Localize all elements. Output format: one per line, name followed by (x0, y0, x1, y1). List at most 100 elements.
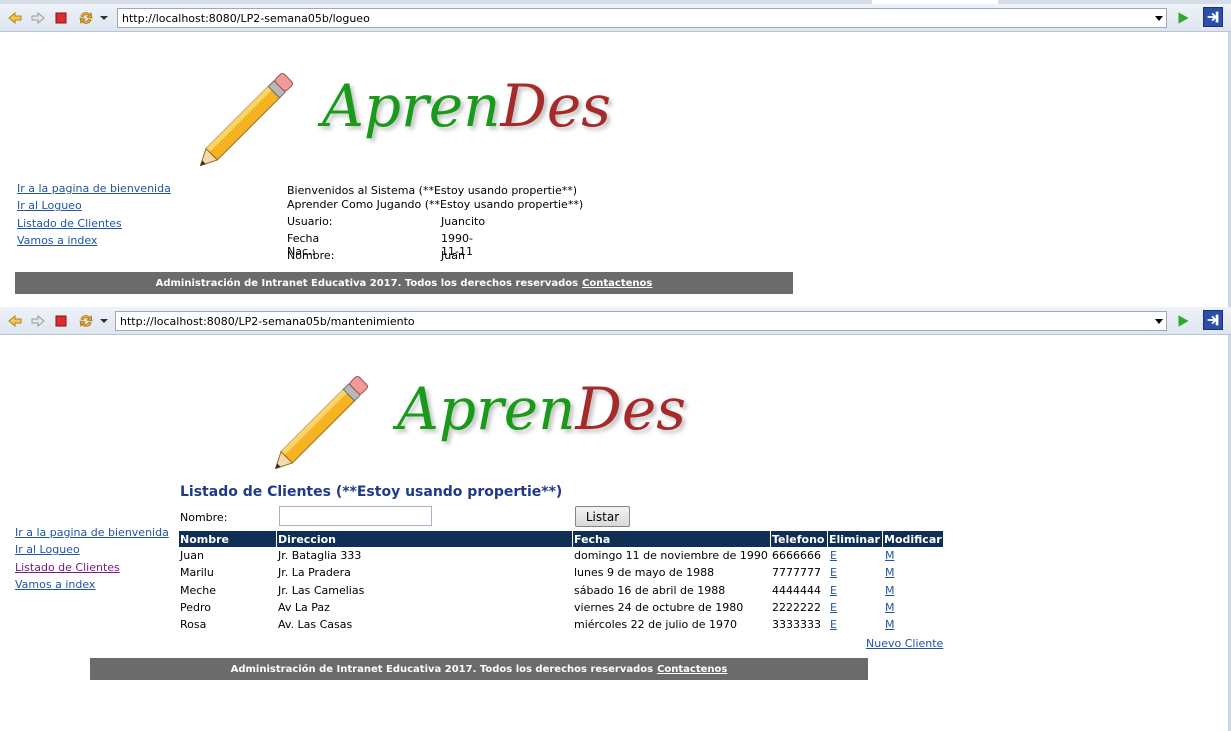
refresh-icon[interactable] (77, 312, 95, 330)
side-nav: Ir a la pagina de bienvenida Ir al Logue… (17, 180, 171, 249)
cell-nombre: Juan (180, 549, 204, 563)
footer-text: Administración de Intranet Educativa 201… (230, 663, 654, 675)
pencil-icon (199, 73, 293, 166)
edit-link[interactable]: M (885, 549, 895, 562)
back-icon[interactable] (6, 312, 24, 330)
table-header-row: Nombre Direccion Fecha Telefono Eliminar… (179, 531, 943, 547)
logo-text: AprenDes (397, 375, 686, 443)
footer-contact-link[interactable]: Contactenos (582, 278, 652, 289)
stop-icon[interactable] (52, 9, 70, 27)
cell-fecha: miércoles 22 de julio de 1970 (574, 618, 737, 632)
user-info-label: Usuario: (287, 215, 333, 228)
edit-link[interactable]: M (885, 601, 895, 614)
cell-modificar: M (883, 616, 943, 633)
chevron-down-icon[interactable] (95, 9, 113, 27)
filter-label: Nombre: (180, 511, 228, 524)
cell-nombre: Pedro (180, 601, 212, 615)
nav-link-clientes[interactable]: Listado de Clientes (15, 559, 169, 576)
forward-icon[interactable] (29, 9, 47, 27)
edit-link[interactable]: M (885, 566, 895, 579)
user-info-value: Juancito (441, 215, 486, 228)
col-header-modificar: Modificar (883, 531, 943, 547)
logo-text-part1: Apren (322, 72, 501, 140)
side-nav: Ir a la pagina de bienvenida Ir al Logue… (15, 524, 169, 593)
external-browser-icon[interactable] (1203, 310, 1223, 330)
cell-modificar: M (883, 599, 943, 616)
table-row: Pedro Av La Paz viernes 24 de octubre de… (179, 599, 943, 616)
cell-eliminar: E (828, 547, 882, 564)
nav-link-bienvenida[interactable]: Ir a la pagina de bienvenida (17, 180, 171, 197)
page-footer: Administración de Intranet Educativa 201… (15, 272, 793, 294)
col-header-telefono: Telefono (771, 531, 827, 547)
welcome-message: Bienvenidos al Sistema (**Estoy usando p… (287, 184, 583, 212)
browser-toolbar: http://localhost:8080/LP2-semana05b/logu… (0, 4, 1231, 32)
address-bar-text: http://localhost:8080/LP2-semana05b/mant… (120, 314, 415, 328)
address-bar[interactable]: http://localhost:8080/LP2-semana05b/logu… (117, 8, 1167, 28)
user-info-label: Nombre: (287, 249, 335, 262)
delete-link[interactable]: E (830, 584, 837, 597)
nav-link-logueo[interactable]: Ir al Logueo (15, 541, 169, 558)
welcome-line-1: Bienvenidos al Sistema (**Estoy usando p… (287, 184, 578, 197)
cell-nombre: Marilu (180, 566, 214, 580)
cell-nombre: Meche (180, 583, 217, 597)
browser-pane-mantenimiento: http://localhost:8080/LP2-semana05b/mant… (0, 307, 1231, 731)
url-dropdown-icon[interactable] (1154, 13, 1164, 23)
logo-text-part2: Des (575, 375, 687, 443)
footer-text: Administración de Intranet Educativa 201… (155, 277, 579, 289)
cell-direccion: Av La Paz (278, 601, 330, 615)
cell-nombre: Rosa (180, 618, 207, 632)
clients-table: Nombre Direccion Fecha Telefono Eliminar… (178, 531, 944, 633)
external-browser-icon[interactable] (1203, 7, 1223, 27)
nav-link-bienvenida[interactable]: Ir a la pagina de bienvenida (15, 524, 169, 541)
nav-link-index[interactable]: Vamos a index (15, 576, 169, 593)
edit-link[interactable]: M (885, 618, 895, 631)
delete-link[interactable]: E (830, 549, 837, 562)
cell-eliminar: E (828, 599, 882, 616)
logo-text: AprenDes (322, 72, 611, 140)
cell-direccion: Av. Las Casas (278, 618, 353, 632)
browser-pane-logueo: http://localhost:8080/LP2-semana05b/logu… (0, 0, 1231, 307)
back-icon[interactable] (6, 9, 24, 27)
table-row: Meche Jr. Las Camelias sábado 16 de abri… (179, 582, 943, 599)
pencil-icon (274, 376, 368, 469)
go-icon[interactable] (1174, 312, 1192, 330)
nav-link-logueo[interactable]: Ir al Logueo (17, 197, 171, 214)
delete-link[interactable]: E (830, 601, 837, 614)
delete-link[interactable]: E (830, 618, 837, 631)
col-header-eliminar: Eliminar (828, 531, 882, 547)
stop-icon[interactable] (52, 312, 70, 330)
table-row: Marilu Jr. La Pradera lunes 9 de mayo de… (179, 564, 943, 581)
address-bar-text: http://localhost:8080/LP2-semana05b/logu… (122, 11, 370, 25)
cell-fecha: sábado 16 de abril de 1988 (574, 583, 726, 597)
go-icon[interactable] (1174, 9, 1192, 27)
refresh-icon[interactable] (77, 9, 95, 27)
page-title: Listado de Clientes (**Estoy usando prop… (180, 484, 563, 500)
edit-link[interactable]: M (885, 584, 895, 597)
cell-fecha: domingo 11 de noviembre de 1990 (574, 549, 768, 563)
cell-fecha: lunes 9 de mayo de 1988 (574, 566, 715, 580)
name-filter-input[interactable] (279, 506, 432, 526)
nav-link-index[interactable]: Vamos a index (17, 232, 171, 249)
logo-text-part1: Apren (397, 375, 576, 443)
footer-contact-link[interactable]: Contactenos (657, 664, 727, 675)
cell-fecha: viernes 24 de octubre de 1980 (574, 601, 744, 615)
welcome-line-2: Aprender Como Jugando (**Estoy usando pr… (287, 198, 584, 211)
address-bar[interactable]: http://localhost:8080/LP2-semana05b/mant… (115, 311, 1167, 331)
col-header-direccion: Direccion (277, 531, 572, 547)
cell-telefono: 2222222 (772, 601, 821, 615)
chevron-down-icon[interactable] (95, 312, 113, 330)
cell-telefono: 3333333 (772, 618, 821, 632)
list-button[interactable]: Listar (575, 506, 630, 527)
cell-eliminar: E (828, 616, 882, 633)
col-header-fecha: Fecha (573, 531, 770, 547)
nav-link-clientes[interactable]: Listado de Clientes (17, 215, 171, 232)
table-row: Juan Jr. Bataglia 333 domingo 11 de novi… (179, 547, 943, 564)
cell-modificar: M (883, 547, 943, 564)
page-footer: Administración de Intranet Educativa 201… (90, 658, 868, 680)
url-dropdown-icon[interactable] (1154, 316, 1164, 326)
cell-modificar: M (883, 564, 943, 581)
forward-icon[interactable] (29, 312, 47, 330)
new-client-link[interactable]: Nuevo Cliente (866, 637, 943, 650)
cell-eliminar: E (828, 564, 882, 581)
delete-link[interactable]: E (830, 566, 837, 579)
